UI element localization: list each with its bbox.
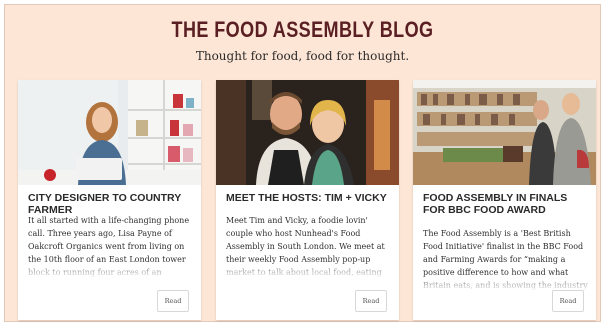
blog-card-2-read-button[interactable]: Read [355, 290, 387, 312]
blog-section: THE FOOD ASSEMBLY BLOG Thought for food,… [4, 4, 601, 322]
blog-card-2[interactable]: MEET THE HOSTS: TIM + VICKY Meet Tim and… [216, 80, 399, 320]
blog-card-3-read-button[interactable]: Read [552, 290, 584, 312]
blog-card-1-excerpt: It all started with a life-changing phon… [28, 216, 190, 277]
blog-card-3-photo[interactable] [413, 80, 596, 185]
blog-card-1-photo[interactable] [18, 80, 201, 185]
blog-card-3-excerpt: The Food Assembly is a 'Best British Foo… [423, 229, 588, 290]
blog-card-2-excerpt: Meet Tim and Vicky, a foodie lovin' coup… [226, 216, 385, 277]
blog-card-1-title[interactable]: CITY DESIGNER TO COUNTRY FARMER [28, 192, 193, 216]
blog-title: THE FOOD ASSEMBLY BLOG [171, 17, 434, 42]
blog-card-3-title[interactable]: FOOD ASSEMBLY IN FINALS FOR BBC FOOD AWA… [423, 192, 588, 216]
blog-card-1-read-button[interactable]: Read [157, 290, 189, 312]
blog-card-1[interactable]: CITY DESIGNER TO COUNTRY FARMER It all s… [18, 80, 201, 320]
blog-card-2-title[interactable]: MEET THE HOSTS: TIM + VICKY [226, 192, 391, 204]
blog-card-3[interactable]: FOOD ASSEMBLY IN FINALS FOR BBC FOOD AWA… [413, 80, 596, 320]
blog-tagline: Thought for food, food for thought. [195, 49, 410, 63]
blog-card-2-photo[interactable] [216, 80, 399, 185]
